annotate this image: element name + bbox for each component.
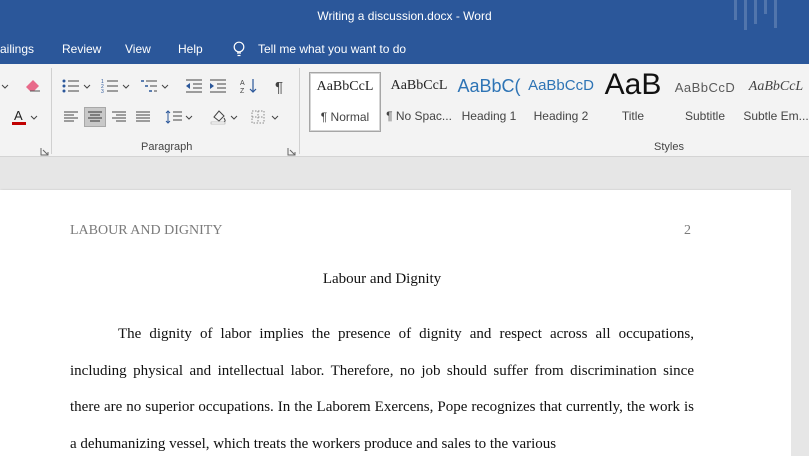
font-color-dropdown-icon[interactable] [29,107,39,127]
styles-group-label: Styles [654,141,684,153]
increase-indent-icon[interactable] [207,76,229,96]
align-center-icon[interactable] [84,107,106,127]
document-area: LABOUR AND DIGNITY 2 Labour and Dignity … [0,157,809,456]
tab-view[interactable]: View [125,42,151,56]
style-heading-1[interactable]: AaBbC( Heading 1 [455,72,523,132]
tab-mailings[interactable]: ailings [0,42,34,56]
bullets-icon[interactable] [60,76,82,96]
style-no-spacing[interactable]: AaBbCcL ¶ No Spac... [383,72,455,132]
body-paragraph: The dignity of labor implies the presenc… [70,326,694,452]
style-normal[interactable]: AaBbCcL ¶ Normal [309,72,381,132]
line-spacing-icon[interactable] [163,107,185,127]
tab-review[interactable]: Review [62,42,101,56]
paragraph-group-label: Paragraph [141,141,193,153]
running-header: LABOUR AND DIGNITY [70,223,223,238]
page-number: 2 [684,223,691,238]
tell-me-search[interactable]: Tell me what you want to do [258,42,406,56]
style-subtle-emphasis[interactable]: AaBbCcL Subtle Em... [743,72,809,132]
numbering-icon[interactable]: 123 [99,76,121,96]
borders-icon[interactable] [247,107,269,127]
multilevel-dropdown-icon[interactable] [160,76,170,96]
decrease-indent-icon[interactable] [183,76,205,96]
borders-dropdown-icon[interactable] [270,107,280,127]
svg-text:A: A [240,80,245,87]
align-right-icon[interactable] [108,107,130,127]
style-title[interactable]: AaB Title [600,68,666,132]
style-heading-2[interactable]: AaBbCcD Heading 2 [527,72,595,132]
line-spacing-dropdown-icon[interactable] [184,107,194,127]
shading-dropdown-icon[interactable] [229,107,239,127]
style-subtitle[interactable]: AaBbCcD Subtitle [672,72,738,132]
dropdown-chevron-icon[interactable] [0,76,10,96]
window-title: Writing a discussion.docx - Word [317,9,492,23]
font-group-launcher-icon[interactable] [40,143,49,156]
numbering-dropdown-icon[interactable] [121,76,131,96]
menu-bar: ailings Review View Help Tell me what yo… [0,34,809,64]
shading-icon[interactable] [208,107,230,127]
clear-formatting-icon[interactable] [22,76,44,96]
svg-text:3: 3 [101,89,104,93]
font-color-icon[interactable]: A [8,107,30,127]
title-bar-pattern [730,0,790,34]
multilevel-list-icon[interactable] [138,76,160,96]
lightbulb-icon[interactable] [232,41,246,57]
vertical-scrollbar[interactable] [791,157,809,456]
justify-icon[interactable] [132,107,154,127]
show-formatting-marks-icon[interactable]: ¶ [269,76,291,96]
document-title: Labour and Dignity [322,271,442,287]
svg-text:¶: ¶ [275,79,283,94]
sort-icon[interactable]: AZ [238,76,260,96]
document-page[interactable]: LABOUR AND DIGNITY 2 Labour and Dignity … [0,190,791,456]
title-bar: Writing a discussion.docx - Word [0,0,809,34]
align-left-icon[interactable] [60,107,82,127]
svg-text:Z: Z [240,88,245,94]
paragraph-group-launcher-icon[interactable] [287,143,296,156]
svg-text:A: A [14,108,23,123]
bullets-dropdown-icon[interactable] [82,76,92,96]
ribbon: A 123 AZ ¶ Paragraph AaBbCcL ¶ Normal Aa… [0,64,809,157]
tab-help[interactable]: Help [178,42,203,56]
